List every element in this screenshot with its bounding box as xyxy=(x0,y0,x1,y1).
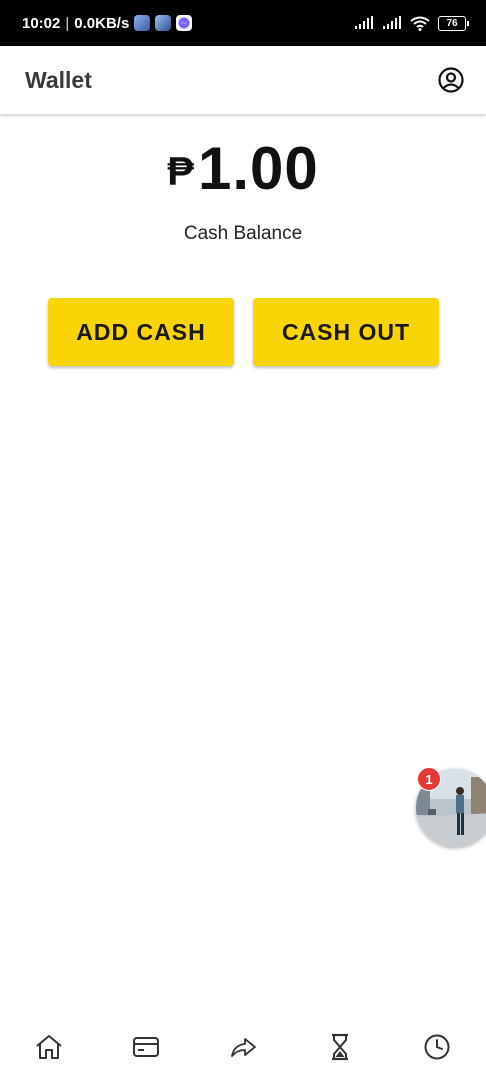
signal-icon xyxy=(383,16,401,29)
messenger-icon xyxy=(176,15,193,31)
chat-head-badge: 1 xyxy=(417,767,441,791)
home-icon xyxy=(35,1035,62,1059)
status-separator: | xyxy=(65,14,70,32)
clock-icon xyxy=(424,1034,450,1060)
app-bar: Wallet xyxy=(0,46,486,114)
card-icon xyxy=(132,1037,159,1057)
nav-recent[interactable] xyxy=(407,1022,467,1072)
hourglass-icon xyxy=(332,1033,349,1061)
nav-history[interactable] xyxy=(310,1022,370,1072)
add-cash-button[interactable]: ADD CASH xyxy=(48,298,234,366)
balance-amount-row: ₱ 1.00 xyxy=(0,134,486,203)
nav-send[interactable] xyxy=(213,1022,273,1072)
nav-card[interactable] xyxy=(116,1022,176,1072)
cash-out-button[interactable]: CASH OUT xyxy=(253,298,439,366)
account-circle-icon[interactable] xyxy=(438,67,464,93)
balance-amount: 1.00 xyxy=(197,135,319,202)
balance-label: Cash Balance xyxy=(183,223,303,244)
battery-icon: 76 xyxy=(438,15,469,31)
nav-home[interactable] xyxy=(19,1022,79,1072)
app-notification-icon xyxy=(155,15,172,31)
wallet-actions: ADD CASH CASH OUT xyxy=(48,298,439,366)
currency-symbol: ₱ xyxy=(167,150,194,194)
bottom-nav xyxy=(0,1018,486,1076)
wifi-icon xyxy=(410,16,430,31)
app-notification-icon xyxy=(134,15,151,31)
status-bar: 10:02 | 0.0KB/s 76 xyxy=(0,0,486,46)
status-time: 10:02 xyxy=(22,14,61,32)
network-speed: 0.0KB/s xyxy=(74,14,130,32)
share-arrow-icon xyxy=(231,1038,256,1057)
signal-icon xyxy=(355,16,373,29)
page-title: Wallet xyxy=(25,66,92,93)
balance-section: ₱ 1.00 Cash Balance xyxy=(0,134,486,245)
